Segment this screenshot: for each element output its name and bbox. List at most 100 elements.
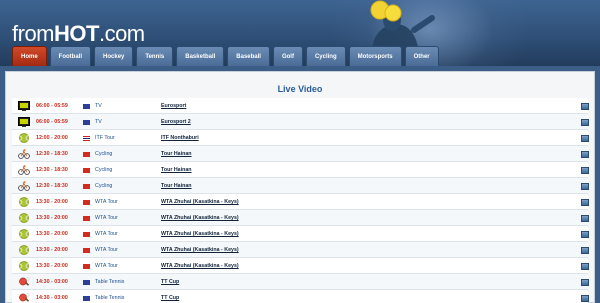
event-link[interactable]: WTA Zhuhai (Kasatkina - Keys)	[161, 194, 341, 210]
watch-stream-icon[interactable]	[580, 226, 590, 242]
flag-cn-icon	[81, 226, 91, 242]
event-link[interactable]: Tour Hainan	[161, 162, 341, 178]
cycling-icon	[16, 178, 32, 194]
monitor-icon	[581, 262, 589, 270]
table-row[interactable]: 06:00 - 05:59 TV Eurosport 2	[12, 114, 590, 130]
table-row[interactable]: 12:00 - 20:00 ITF Tour ITF Nonthaburi	[12, 130, 590, 146]
event-time: 13:30 - 20:00	[36, 215, 68, 221]
watch-stream-icon[interactable]	[580, 130, 590, 146]
tennis-ball-icon	[16, 226, 32, 242]
flag-swatch	[82, 215, 90, 221]
monitor-icon	[581, 166, 589, 174]
flag-swatch	[82, 199, 90, 205]
monitor-icon	[581, 294, 589, 302]
event-category: Cycling	[95, 183, 113, 189]
tennis-ball-icon	[16, 242, 32, 258]
event-link[interactable]: TT Cup	[161, 290, 341, 303]
flag-swatch	[82, 103, 90, 109]
flag-swatch	[82, 167, 90, 173]
event-time: 14:30 - 03:00	[36, 279, 68, 285]
event-link[interactable]: WTA Zhuhai (Kasatkina - Keys)	[161, 242, 341, 258]
event-category: WTA Tour	[95, 231, 118, 237]
event-link[interactable]: TT Cup	[161, 274, 341, 290]
main-nav: Home Football Hockey Tennis Basketball Baseba…	[12, 46, 439, 66]
event-time: 12:30 - 18:30	[36, 167, 68, 173]
event-link[interactable]: WTA Zhuhai (Kasatkina - Keys)	[161, 258, 341, 274]
monitor-icon	[581, 118, 589, 126]
event-link[interactable]: Eurosport	[161, 98, 341, 114]
table-tennis-icon	[16, 274, 32, 290]
flag-cn-icon	[81, 258, 91, 274]
watch-stream-icon[interactable]	[580, 290, 590, 303]
table-row[interactable]: 13:30 - 20:00 WTA Tour WTA Zhuhai (Kasatki…	[12, 242, 590, 258]
event-link[interactable]: Eurosport 2	[161, 114, 341, 130]
table-row[interactable]: 13:30 - 20:00 WTA Tour WTA Zhuhai (Kasatki…	[12, 210, 590, 226]
monitor-icon	[581, 182, 589, 190]
event-category: WTA Tour	[95, 199, 118, 205]
table-row[interactable]: 14:30 - 03:00 Table Tennis TT Cup	[12, 290, 590, 303]
flag-swatch	[82, 295, 90, 301]
flag-swatch	[82, 247, 90, 253]
tab-hockey[interactable]: Hockey	[94, 46, 134, 66]
watch-stream-icon[interactable]	[580, 210, 590, 226]
watch-stream-icon[interactable]	[580, 114, 590, 130]
site-logo[interactable]: fromHOT.com	[12, 21, 145, 47]
event-category: Table Tennis	[95, 295, 125, 301]
event-time: 12:30 - 18:30	[36, 151, 68, 157]
watch-stream-icon[interactable]	[580, 194, 590, 210]
event-link[interactable]: Tour Hainan	[161, 146, 341, 162]
tab-other[interactable]: Other	[404, 46, 439, 66]
monitor-icon	[581, 278, 589, 286]
table-row[interactable]: 13:30 - 20:00 WTA Tour WTA Zhuhai (Kasatki…	[12, 194, 590, 210]
watch-stream-icon[interactable]	[580, 274, 590, 290]
event-time: 12:00 - 20:00	[36, 135, 68, 141]
tab-home[interactable]: Home	[12, 46, 47, 66]
tab-motorsports[interactable]: Motorsports	[348, 46, 402, 66]
event-category: TV	[95, 103, 102, 109]
watch-stream-icon[interactable]	[580, 98, 590, 114]
event-time: 06:00 - 05:59	[36, 103, 68, 109]
tab-football[interactable]: Football	[49, 46, 92, 66]
flag-cn-icon	[81, 194, 91, 210]
table-row[interactable]: 13:30 - 20:00 WTA Tour WTA Zhuhai (Kasatki…	[12, 258, 590, 274]
tab-cycling[interactable]: Cycling	[305, 46, 346, 66]
event-link[interactable]: ITF Nonthaburi	[161, 130, 341, 146]
watch-stream-icon[interactable]	[580, 178, 590, 194]
table-row[interactable]: 12:30 - 18:30 Cycling Tour Hainan	[12, 162, 590, 178]
table-tennis-icon	[16, 290, 32, 303]
event-time: 14:30 - 03:00	[36, 295, 68, 301]
flag-swatch	[82, 279, 90, 285]
monitor-icon	[581, 230, 589, 238]
cycling-icon	[16, 162, 32, 178]
tab-tennis[interactable]: Tennis	[136, 46, 174, 66]
event-category: Table Tennis	[95, 279, 125, 285]
event-time: 06:00 - 05:59	[36, 119, 68, 125]
event-time: 12:30 - 18:30	[36, 183, 68, 189]
event-link[interactable]: WTA Zhuhai (Kasatkina - Keys)	[161, 226, 341, 242]
flag-cn-icon	[81, 178, 91, 194]
table-row[interactable]: 13:30 - 20:00 WTA Tour WTA Zhuhai (Kasatki…	[12, 226, 590, 242]
table-row[interactable]: 12:30 - 18:30 Cycling Tour Hainan	[12, 178, 590, 194]
watch-stream-icon[interactable]	[580, 258, 590, 274]
tab-basketball[interactable]: Basketball	[176, 46, 225, 66]
logo-suffix: .com	[98, 21, 145, 46]
flag-eu-icon	[81, 274, 91, 290]
flag-swatch	[82, 263, 90, 269]
flag-cn-icon	[81, 242, 91, 258]
flag-cn-icon	[81, 210, 91, 226]
schedule-list: 06:00 - 05:59 TV Eurosport 06:00 - 05:59 TV E…	[12, 98, 590, 303]
tab-baseball[interactable]: Baseball	[227, 46, 270, 66]
table-row[interactable]: 06:00 - 05:59 TV Eurosport	[12, 98, 590, 114]
watch-stream-icon[interactable]	[580, 242, 590, 258]
event-link[interactable]: WTA Zhuhai (Kasatkina - Keys)	[161, 210, 341, 226]
event-category: Cycling	[95, 151, 113, 157]
logo-bold: HOT	[54, 21, 99, 46]
table-row[interactable]: 14:30 - 03:00 Table Tennis TT Cup	[12, 274, 590, 290]
event-link[interactable]: Tour Hainan	[161, 178, 341, 194]
tab-golf[interactable]: Golf	[272, 46, 303, 66]
watch-stream-icon[interactable]	[580, 162, 590, 178]
event-time: 13:30 - 20:00	[36, 199, 68, 205]
table-row[interactable]: 12:30 - 18:30 Cycling Tour Hainan	[12, 146, 590, 162]
flag-eu-icon	[81, 290, 91, 303]
watch-stream-icon[interactable]	[580, 146, 590, 162]
